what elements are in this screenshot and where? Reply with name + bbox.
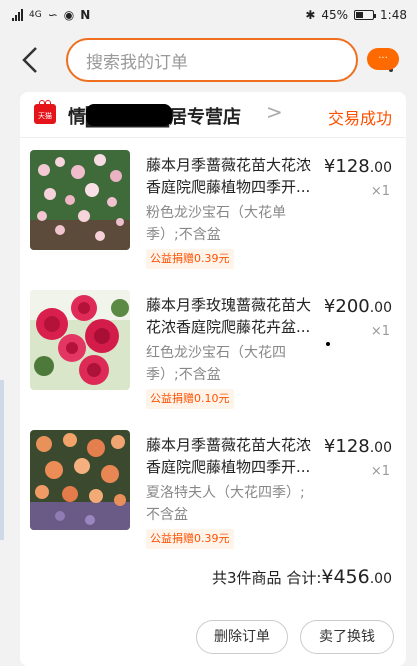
redaction-mark	[86, 104, 172, 126]
search-header: 搜索我的订单 ···	[0, 32, 417, 88]
order-item[interactable]: 藤本月季蔷薇花苗大花浓香庭院爬藤植物四季开... 粉色龙沙宝石（大花单季）;不含…	[20, 142, 406, 282]
product-price: ¥128.00	[324, 156, 392, 177]
product-sku: 粉色龙沙宝石（大花单季）;不含盆	[146, 205, 286, 243]
product-image[interactable]	[30, 150, 130, 250]
battery-icon	[354, 10, 377, 20]
tmall-badge-icon: 天猫	[34, 100, 56, 124]
product-title[interactable]: 藤本月季蔷薇花苗大花浓香庭院爬藤植物四季开...	[146, 154, 316, 198]
message-bubble-icon[interactable]: ···	[367, 48, 399, 70]
product-price: ¥200.00	[324, 296, 392, 317]
more-menu-button[interactable]: ···	[367, 44, 403, 80]
signal-icon	[12, 9, 23, 21]
wifi-icon: ∽	[47, 8, 58, 22]
resell-button[interactable]: 卖了换钱	[300, 620, 394, 654]
status-bar: 4G ∽ ◉ N ✱ 45% 1:48	[0, 0, 417, 32]
product-title[interactable]: 藤本月季玫瑰蔷薇花苗大花浓香庭院爬藤花卉盆...	[146, 294, 316, 338]
product-sku: 红色龙沙宝石（大花四季）;不含盆	[146, 345, 286, 383]
stray-dot	[326, 342, 330, 346]
product-quantity: ×1	[370, 184, 390, 199]
order-item[interactable]: 藤本月季玫瑰蔷薇花苗大花浓香庭院爬藤花卉盆... 红色龙沙宝石（大花四季）;不含…	[20, 282, 406, 422]
price-cents: .00	[369, 160, 392, 176]
charity-tag: 公益捐赠0.39元	[146, 529, 234, 549]
delete-order-button[interactable]: 删除订单	[196, 620, 288, 654]
product-quantity: ×1	[370, 324, 390, 339]
search-placeholder: 搜索我的订单	[86, 52, 188, 73]
total-amount: ¥456	[321, 566, 370, 588]
charity-tag: 公益捐赠0.10元	[146, 389, 234, 409]
product-image[interactable]	[30, 430, 130, 530]
nfc-icon: N	[80, 8, 91, 22]
item-count: 共3件商品	[211, 569, 282, 587]
back-button[interactable]	[16, 40, 48, 80]
clock: 1:48	[380, 8, 407, 22]
shop-header[interactable]: 天猫 情██████居专营店 > 交易成功	[20, 92, 406, 138]
total-cents: .00	[369, 571, 392, 587]
price-integer: ¥128	[323, 436, 370, 457]
battery-percent: 45%	[321, 8, 349, 22]
product-sku: 夏洛特夫人（大花四季）;不含盆	[146, 485, 305, 523]
network-label: 4G	[29, 10, 42, 20]
total-label: 合计:	[286, 569, 322, 587]
product-image[interactable]	[30, 290, 130, 390]
search-input[interactable]: 搜索我的订单	[66, 38, 358, 82]
order-status: 交易成功	[327, 109, 392, 128]
order-total: 共3件商品 合计:¥456.00	[212, 566, 392, 588]
price-integer: ¥200	[323, 296, 370, 317]
price-cents: .00	[369, 300, 392, 316]
scroll-indicator	[0, 380, 4, 540]
order-card: 天猫 情██████居专营店 > 交易成功 藤本月季蔷薇花苗大花浓香庭院爬藤植物…	[20, 92, 406, 666]
chevron-left-icon	[22, 47, 37, 73]
order-item[interactable]: 藤本月季蔷薇花苗大花浓香庭院爬藤植物四季开... 夏洛特夫人（大花四季）;不含盆…	[20, 422, 406, 562]
chevron-right-icon: >	[266, 100, 283, 124]
price-cents: .00	[369, 440, 392, 456]
product-price: ¥128.00	[324, 436, 392, 457]
eye-icon: ◉	[63, 8, 75, 22]
product-quantity: ×1	[370, 464, 390, 479]
bluetooth-icon: ✱	[305, 8, 316, 22]
charity-tag: 公益捐赠0.39元	[146, 249, 234, 269]
price-integer: ¥128	[323, 156, 370, 177]
product-title[interactable]: 藤本月季蔷薇花苗大花浓香庭院爬藤植物四季开...	[146, 434, 316, 478]
